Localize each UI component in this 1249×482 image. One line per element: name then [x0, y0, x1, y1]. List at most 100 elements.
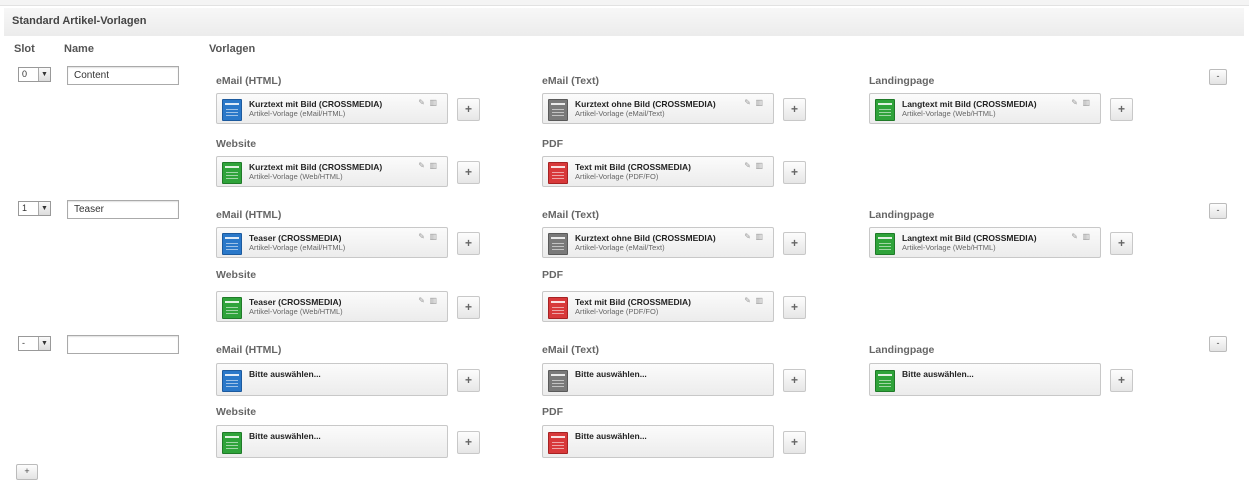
pencil-icon[interactable]: ✎ [418, 161, 425, 170]
add-template-button[interactable]: + [783, 296, 806, 319]
template-card[interactable]: Kurztext ohne Bild (CROSSMEDIA) Artikel-… [542, 227, 774, 258]
pencil-icon[interactable]: ✎ [1071, 98, 1078, 107]
template-title: Kurztext mit Bild (CROSSMEDIA) [249, 99, 383, 109]
name-input[interactable] [67, 335, 179, 354]
add-template-button[interactable]: + [1110, 232, 1133, 255]
add-template-button[interactable]: + [457, 296, 480, 319]
panel-header: Standard Artikel-Vorlagen [4, 8, 1244, 36]
add-template-button[interactable]: + [457, 161, 480, 184]
pencil-icon[interactable]: ✎ [744, 296, 751, 305]
section-label-pdf: PDF [542, 406, 563, 418]
add-template-button[interactable]: + [783, 161, 806, 184]
trash-icon[interactable]: ▥ [1082, 232, 1090, 241]
web-document-icon [875, 370, 895, 392]
slot-value: 0 [22, 69, 28, 79]
add-template-button[interactable]: + [783, 98, 806, 121]
section-label-pdf: PDF [542, 269, 563, 281]
template-card[interactable]: Teaser (CROSSMEDIA) Artikel-Vorlage (Web… [216, 291, 448, 322]
trash-icon[interactable]: ▥ [755, 98, 763, 107]
template-card[interactable]: Langtext mit Bild (CROSSMEDIA) Artikel-V… [869, 93, 1101, 124]
add-template-button[interactable]: + [457, 232, 480, 255]
section-label-website: Website [216, 138, 257, 150]
add-template-button[interactable]: + [1110, 98, 1133, 121]
template-card[interactable]: Teaser (CROSSMEDIA) Artikel-Vorlage (eMa… [216, 227, 448, 258]
template-card[interactable]: Langtext mit Bild (CROSSMEDIA) Artikel-V… [869, 227, 1101, 258]
slot-value: 1 [22, 203, 28, 213]
template-card[interactable]: Bitte auswählen... [216, 363, 448, 396]
column-header-slot: Slot [14, 43, 35, 55]
add-template-button[interactable]: + [457, 369, 480, 392]
template-card[interactable]: Text mit Bild (CROSSMEDIA) Artikel-Vorla… [542, 156, 774, 187]
section-label-website: Website [216, 406, 257, 418]
template-card[interactable]: Bitte auswählen... [542, 363, 774, 396]
email-text-document-icon [548, 370, 568, 392]
slot-select[interactable]: 0 ▼ [18, 67, 51, 82]
template-subtitle: Artikel-Vorlage (Web/HTML) [249, 172, 343, 181]
template-card[interactable]: Kurztext mit Bild (CROSSMEDIA) Artikel-V… [216, 93, 448, 124]
template-title: Bitte auswählen... [575, 369, 647, 379]
add-template-button[interactable]: + [783, 431, 806, 454]
template-subtitle: Artikel-Vorlage (Web/HTML) [249, 307, 343, 316]
template-title: Bitte auswählen... [249, 369, 321, 379]
pencil-icon[interactable]: ✎ [418, 296, 425, 305]
pdf-document-icon [548, 162, 568, 184]
add-template-button[interactable]: + [457, 431, 480, 454]
template-subtitle: Artikel-Vorlage (eMail/HTML) [249, 109, 346, 118]
trash-icon[interactable]: ▥ [429, 161, 437, 170]
add-row-button[interactable]: + [16, 464, 38, 480]
email-text-document-icon [548, 99, 568, 121]
trash-icon[interactable]: ▥ [429, 296, 437, 305]
template-card[interactable]: Bitte auswählen... [869, 363, 1101, 396]
template-card[interactable]: Bitte auswählen... [542, 425, 774, 458]
slot-select[interactable]: 1 ▼ [18, 201, 51, 216]
pencil-icon[interactable]: ✎ [744, 232, 751, 241]
section-label-landingpage: Landingpage [869, 209, 935, 221]
trash-icon[interactable]: ▥ [755, 232, 763, 241]
template-title: Langtext mit Bild (CROSSMEDIA) [902, 99, 1037, 109]
template-subtitle: Artikel-Vorlage (PDF/FO) [575, 307, 659, 316]
pencil-icon[interactable]: ✎ [1071, 232, 1078, 241]
web-document-icon [222, 297, 242, 319]
name-input[interactable]: Teaser [67, 200, 179, 219]
template-card[interactable]: Bitte auswählen... [216, 425, 448, 458]
trash-icon[interactable]: ▥ [1082, 98, 1090, 107]
add-template-button[interactable]: + [457, 98, 480, 121]
remove-row-button[interactable]: - [1209, 336, 1227, 352]
section-label-email-text: eMail (Text) [542, 344, 599, 356]
add-template-button[interactable]: + [783, 369, 806, 392]
pencil-icon[interactable]: ✎ [418, 232, 425, 241]
slot-select[interactable]: - ▼ [18, 336, 51, 351]
remove-row-button[interactable]: - [1209, 69, 1227, 85]
template-subtitle: Artikel-Vorlage (Web/HTML) [902, 243, 996, 252]
template-card[interactable]: Kurztext mit Bild (CROSSMEDIA) Artikel-V… [216, 156, 448, 187]
trash-icon[interactable]: ▥ [429, 98, 437, 107]
template-subtitle: Artikel-Vorlage (eMail/Text) [575, 109, 665, 118]
add-template-button[interactable]: + [783, 232, 806, 255]
email-html-document-icon [222, 233, 242, 255]
template-title: Kurztext mit Bild (CROSSMEDIA) [249, 162, 383, 172]
remove-row-button[interactable]: - [1209, 203, 1227, 219]
name-input[interactable]: Content [67, 66, 179, 85]
web-document-icon [222, 162, 242, 184]
slot-value: - [22, 338, 25, 348]
template-card[interactable]: Text mit Bild (CROSSMEDIA) Artikel-Vorla… [542, 291, 774, 322]
trash-icon[interactable]: ▥ [755, 296, 763, 305]
add-template-button[interactable]: + [1110, 369, 1133, 392]
column-header-name: Name [64, 43, 94, 55]
trash-icon[interactable]: ▥ [429, 232, 437, 241]
pencil-icon[interactable]: ✎ [418, 98, 425, 107]
template-title: Bitte auswählen... [902, 369, 974, 379]
column-header-vorlagen: Vorlagen [209, 43, 256, 55]
template-card[interactable]: Kurztext ohne Bild (CROSSMEDIA) Artikel-… [542, 93, 774, 124]
email-html-document-icon [222, 99, 242, 121]
panel-title: Standard Artikel-Vorlagen [12, 15, 147, 27]
pencil-icon[interactable]: ✎ [744, 161, 751, 170]
chevron-down-icon: ▼ [38, 337, 50, 350]
top-border [0, 0, 1249, 6]
template-title: Teaser (CROSSMEDIA) [249, 233, 342, 243]
section-label-landingpage: Landingpage [869, 344, 935, 356]
template-title: Text mit Bild (CROSSMEDIA) [575, 162, 692, 172]
template-title: Bitte auswählen... [249, 431, 321, 441]
trash-icon[interactable]: ▥ [755, 161, 763, 170]
pencil-icon[interactable]: ✎ [744, 98, 751, 107]
